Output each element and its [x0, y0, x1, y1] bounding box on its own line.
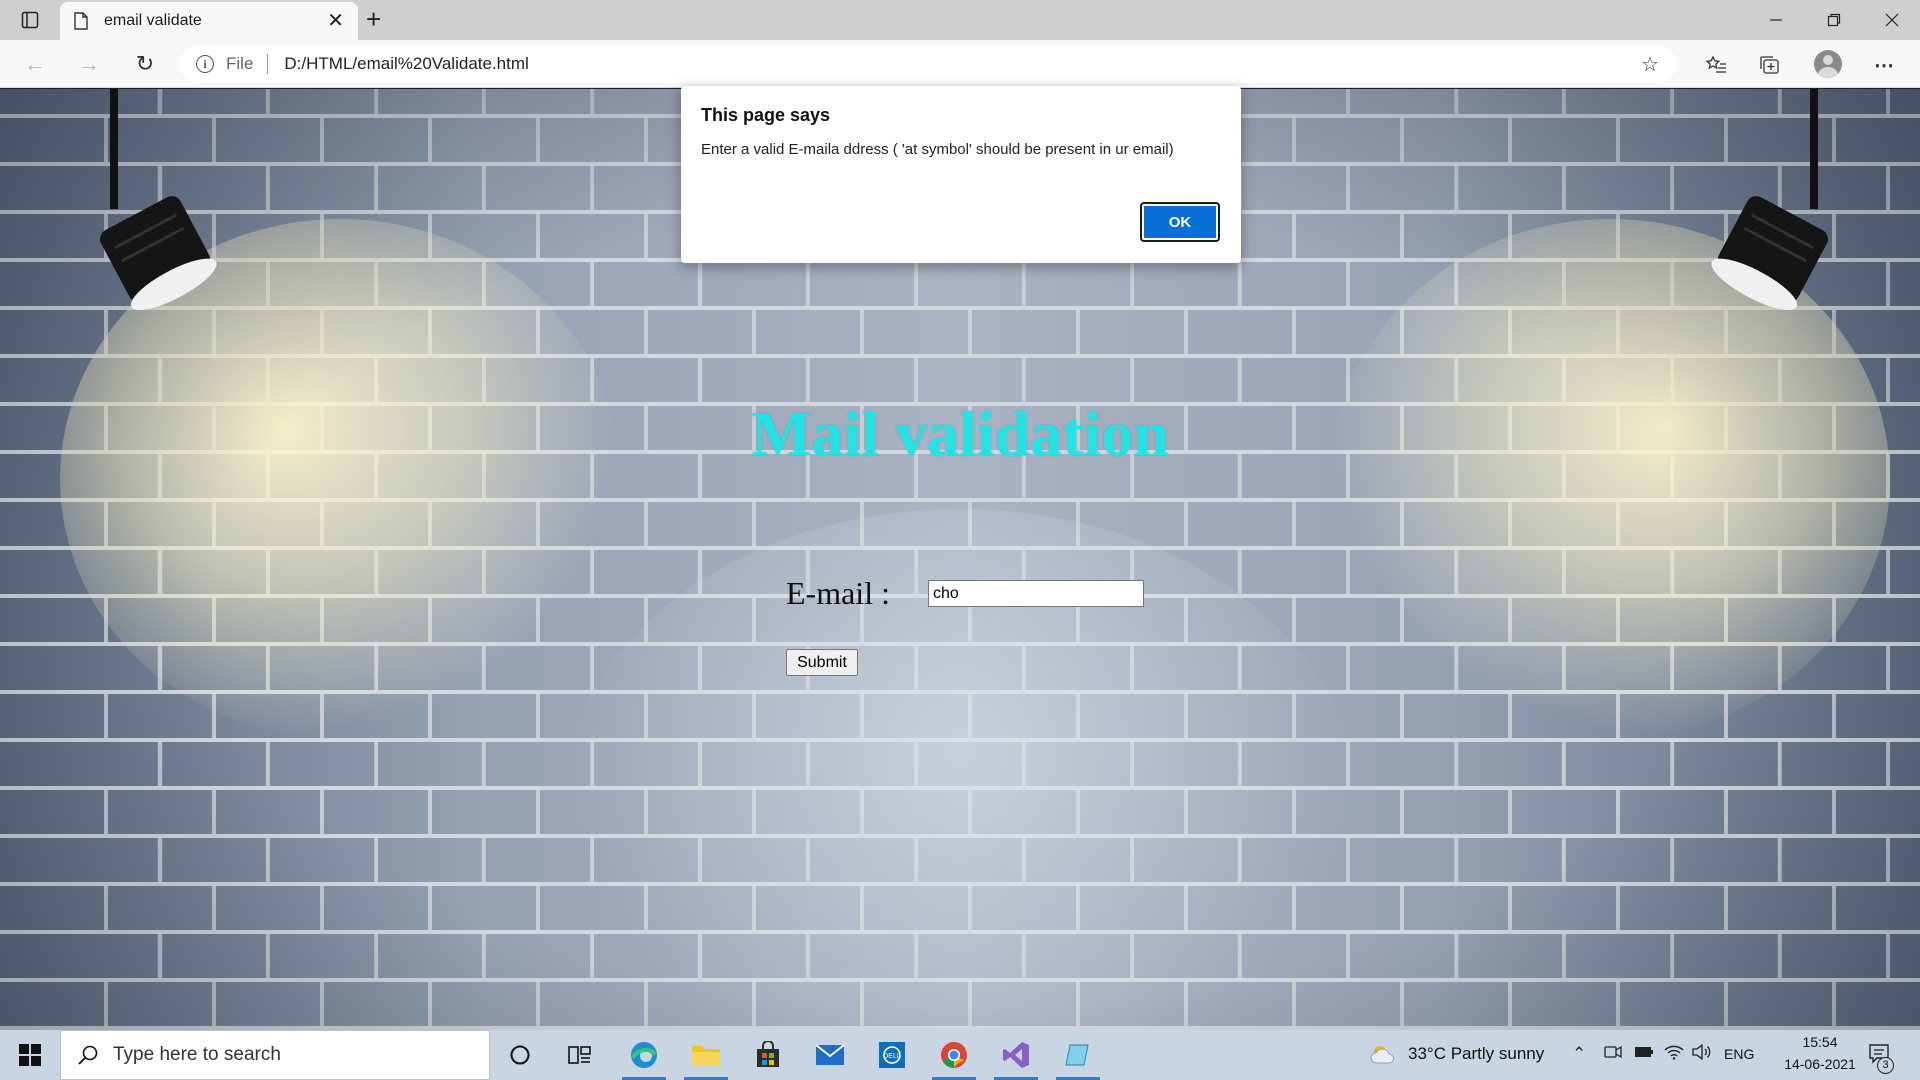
chevron-up-icon[interactable]: ⌃	[1572, 1044, 1586, 1064]
browser-tab[interactable]: email validate ✕	[60, 2, 358, 40]
collections-icon[interactable]	[1756, 52, 1784, 78]
forward-icon[interactable]: →	[74, 50, 104, 78]
chrome-icon[interactable]	[926, 1030, 982, 1080]
search-placeholder: Type here to search	[113, 1044, 281, 1065]
dialog-title: This page says	[701, 105, 831, 125]
email-input[interactable]	[928, 580, 1144, 607]
url-scheme: File	[226, 54, 254, 73]
email-label: E-mail :	[786, 575, 890, 611]
spotlight-right-icon	[1711, 89, 1828, 311]
new-tab-button[interactable]: +	[366, 6, 381, 32]
battery-icon[interactable]	[1634, 1044, 1654, 1064]
url-divider	[267, 54, 269, 74]
language-indicator[interactable]: ENG	[1724, 1046, 1754, 1062]
page-icon	[74, 12, 88, 30]
add-favorite-icon[interactable]: ☆	[1638, 53, 1662, 76]
favorites-icon[interactable]	[1702, 52, 1730, 78]
dialog-message: Enter a valid E-maila ddress ( 'at symbo…	[701, 141, 1174, 158]
volume-icon[interactable]	[1692, 1043, 1712, 1065]
cortana-icon[interactable]	[492, 1030, 548, 1080]
store-icon[interactable]	[740, 1030, 796, 1080]
notification-badge: 3	[1877, 1057, 1894, 1074]
browser-tab-bar: email validate ✕ +	[0, 0, 1920, 40]
page-heading: Mail validation	[751, 398, 1169, 469]
notepad-app-icon[interactable]	[1050, 1030, 1106, 1080]
submit-button[interactable]: Submit	[786, 649, 858, 676]
wifi-icon[interactable]	[1664, 1044, 1684, 1065]
profile-avatar[interactable]	[1814, 50, 1842, 78]
info-icon[interactable]: i	[196, 55, 214, 73]
visual-studio-icon[interactable]	[988, 1030, 1044, 1080]
windows-start-icon[interactable]	[0, 1030, 60, 1080]
refresh-icon[interactable]: ↻	[130, 50, 160, 78]
back-icon[interactable]: ←	[20, 50, 50, 78]
tab-close-icon[interactable]: ✕	[327, 11, 344, 31]
taskbar: Type here to search DELL 33°C Partly sun…	[0, 1030, 1920, 1080]
more-menu-icon[interactable]: ⋯	[1870, 52, 1898, 78]
ok-button[interactable]: OK	[1140, 202, 1220, 242]
address-toolbar: ← → ↻ i File D:/HTML/email%20Validate.ht…	[0, 40, 1920, 88]
mail-icon[interactable]	[802, 1030, 858, 1080]
dell-app-icon[interactable]: DELL	[864, 1030, 920, 1080]
close-window-icon[interactable]	[1864, 0, 1920, 40]
clock-time[interactable]: 15:54	[1790, 1034, 1850, 1050]
clock-date[interactable]: 14-06-2021	[1764, 1056, 1876, 1072]
restore-icon[interactable]	[1806, 0, 1862, 40]
edge-app-icon[interactable]	[616, 1030, 672, 1080]
minimize-icon[interactable]	[1748, 0, 1804, 40]
address-bar[interactable]: i File D:/HTML/email%20Validate.html ☆	[180, 45, 1676, 83]
svg-text:DELL: DELL	[883, 1053, 901, 1060]
weather-partly-sunny-icon	[1370, 1046, 1394, 1064]
alert-dialog: This page says Enter a valid E-maila ddr…	[681, 86, 1241, 263]
meet-now-icon[interactable]	[1604, 1044, 1622, 1065]
spotlight-left-icon	[100, 89, 217, 311]
tab-title: email validate	[104, 12, 202, 29]
taskbar-search[interactable]: Type here to search	[60, 1030, 490, 1080]
task-view-icon[interactable]	[552, 1030, 608, 1080]
file-explorer-icon[interactable]	[678, 1030, 734, 1080]
url-text[interactable]: D:/HTML/email%20Validate.html	[284, 54, 528, 74]
search-icon	[78, 1045, 98, 1065]
weather-text[interactable]: 33°C Partly sunny	[1408, 1044, 1544, 1064]
tab-actions-icon[interactable]	[12, 8, 48, 32]
